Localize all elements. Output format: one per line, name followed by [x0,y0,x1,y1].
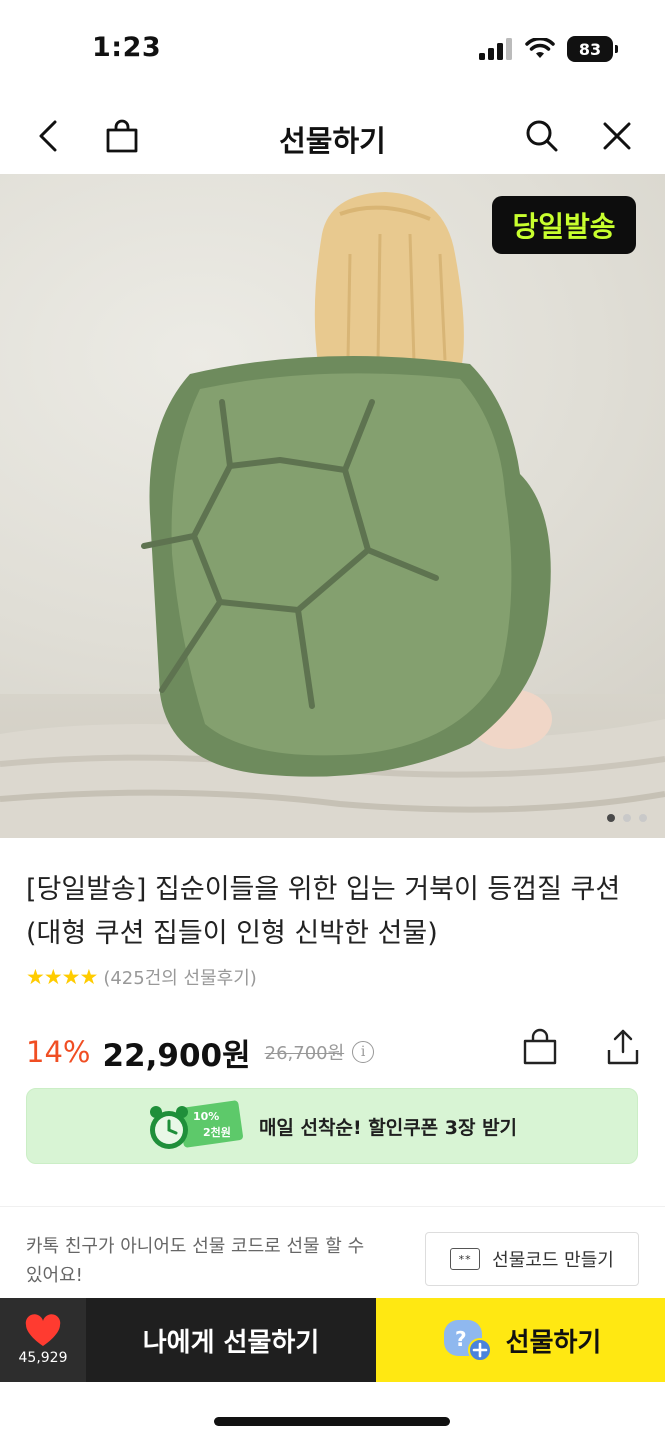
gift-code-description: 카톡 친구가 아니어도 선물 코드로 선물 할 수 있어요! [26,1236,365,1286]
cellular-signal-icon [479,38,512,60]
share-icon[interactable] [606,1028,640,1066]
close-icon [603,122,631,150]
coupon-banner[interactable]: 10% 2천원 매일 선착순! 할인쿠폰 3장 받기 [26,1088,638,1164]
rating-row[interactable]: ★★★★ (425건의 선물후기) [26,964,257,990]
gift-friend-icon: ? [443,1320,492,1362]
sale-price: 22,900원 [102,1037,251,1074]
send-gift-label: 선물하기 [505,1327,602,1358]
same-day-shipping-badge: 당일발송 [492,196,636,254]
create-gift-code-label: 선물코드 만들기 [492,1250,614,1271]
like-button[interactable]: 45,929 [0,1298,86,1382]
search-icon [526,120,558,152]
search-button[interactable] [516,108,568,164]
gift-code-icon: ** [450,1248,481,1270]
battery-level: 83 [578,39,602,59]
coupon-ticket-top: 10% [193,1110,219,1123]
original-price: 26,700원 [264,1043,345,1064]
coupon-ticket-bottom: 2천원 [203,1125,231,1139]
discount-rate: 14% [26,1035,91,1069]
price-actions [522,1028,640,1066]
send-gift-button[interactable]: ? 선물하기 [376,1298,665,1382]
rating-stars: ★★★★ [26,965,98,989]
alarm-clock-coupon-icon: 10% 2천원 [149,1100,243,1149]
section-divider [0,1206,665,1207]
nav-bar: 선물하기 [0,100,665,174]
create-gift-code-button[interactable]: ** 선물코드 만들기 [425,1232,639,1286]
carousel-dot[interactable] [623,814,631,822]
carousel-dot[interactable] [607,814,615,822]
heart-icon [25,1314,61,1346]
carousel-dot[interactable] [639,814,647,822]
product-image-carousel[interactable]: 당일발송 [0,174,665,838]
status-time: 1:23 [92,32,162,63]
info-icon[interactable]: i [352,1041,375,1063]
bottom-action-bar: 45,929 나에게 선물하기 ? 선물하기 [0,1298,665,1382]
like-count: 45,929 [18,1350,68,1366]
status-bar: 1:23 83 [0,0,665,100]
close-button[interactable] [591,108,643,164]
shopping-bag-icon[interactable] [522,1028,558,1066]
wifi-icon [525,38,555,58]
coupon-text: 매일 선착순! 할인쿠폰 3장 받기 [258,1116,518,1139]
product-image [0,192,665,838]
product-title: [당일발송] 집순이들을 위한 입는 거북이 등껍질 쿠션 (대형 쿠션 집들이… [26,874,621,949]
home-indicator[interactable] [214,1417,450,1426]
price-row: 14% 22,900원 26,700원 i [26,1028,640,1074]
review-count[interactable]: (425건의 선물후기) [103,964,256,990]
gift-to-me-button[interactable]: 나에게 선물하기 [86,1298,376,1382]
status-icons: 83 [479,36,618,62]
carousel-indicator [607,814,647,822]
svg-text:?: ? [455,1327,467,1351]
battery-indicator: 83 [567,36,618,62]
